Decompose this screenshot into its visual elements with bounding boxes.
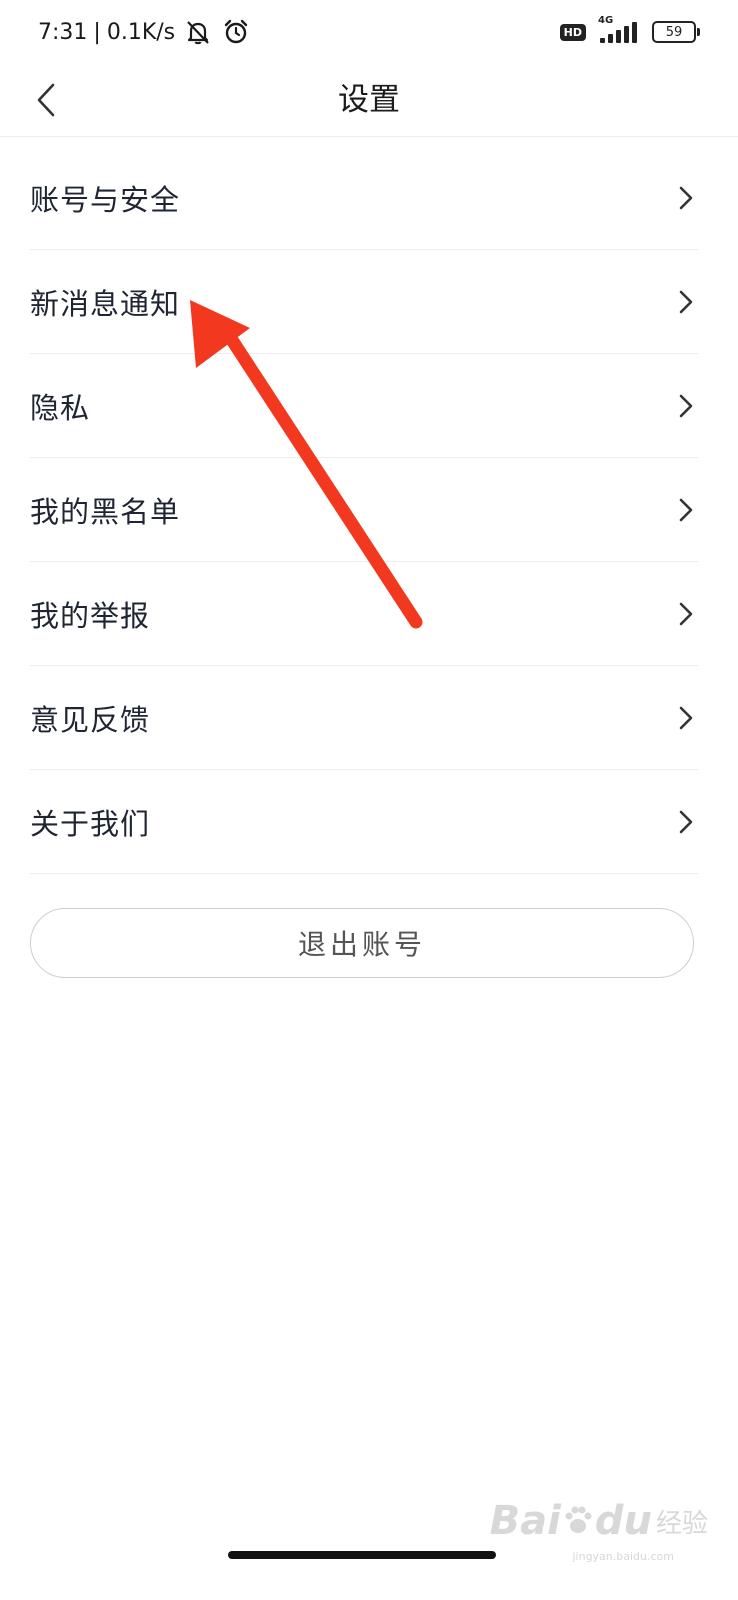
watermark-cn: 经验: [655, 1508, 708, 1539]
menu-item-new-message-notification[interactable]: 新消息通知: [30, 250, 698, 354]
chevron-right-icon: [676, 600, 696, 628]
menu-item-label: 关于我们: [30, 806, 151, 841]
battery-icon: 59: [652, 21, 700, 43]
nav-bar: 设置: [0, 64, 738, 137]
page-title: 设置: [338, 82, 400, 118]
menu-item-label: 账号与安全: [30, 182, 181, 217]
menu-item-blacklist[interactable]: 我的黑名单: [30, 458, 698, 562]
menu-item-privacy[interactable]: 隐私: [30, 354, 698, 458]
chevron-right-icon: [676, 704, 696, 732]
menu-item-label: 意见反馈: [30, 702, 151, 737]
logout-button[interactable]: 退出账号: [30, 908, 694, 978]
status-separator: |: [93, 19, 101, 45]
signal-icon: 4G: [596, 15, 640, 45]
chevron-right-icon: [676, 184, 696, 212]
status-net-speed: 0.1K/s: [106, 19, 176, 45]
hd-badge: HD: [559, 23, 586, 41]
baidu-watermark: Bai du 经验: [490, 1498, 708, 1544]
battery-level: 59: [665, 24, 683, 40]
menu-item-label: 我的黑名单: [30, 494, 181, 529]
status-time: 7:31: [38, 19, 88, 45]
bell-muted-icon: [183, 18, 213, 46]
status-bar-right: HD 4G 59: [559, 14, 700, 50]
menu-item-about-us[interactable]: 关于我们: [30, 770, 698, 874]
menu-item-label: 新消息通知: [30, 286, 181, 321]
chevron-right-icon: [676, 496, 696, 524]
paw-icon: [563, 1504, 593, 1538]
menu-item-label: 隐私: [30, 390, 91, 425]
menu-item-feedback[interactable]: 意见反馈: [30, 666, 698, 770]
watermark-url: jingyan.baidu.com: [572, 1550, 674, 1563]
alarm-icon: [221, 18, 251, 46]
status-bar: 7:31 | 0.1K/s HD 4G 59: [0, 0, 738, 64]
network-type: 4G: [598, 15, 614, 26]
watermark-brand-suffix: du: [594, 1498, 652, 1544]
settings-menu-list: 账号与安全 新消息通知 隐私 我的黑名单 我的举报 意见反馈 关于我们: [30, 146, 698, 874]
home-indicator[interactable]: [228, 1551, 496, 1559]
menu-item-my-reports[interactable]: 我的举报: [30, 562, 698, 666]
watermark-brand: Bai: [489, 1498, 561, 1544]
chevron-right-icon: [676, 288, 696, 316]
menu-item-label: 我的举报: [30, 598, 151, 633]
menu-item-account-security[interactable]: 账号与安全: [30, 146, 698, 250]
chevron-right-icon: [676, 808, 696, 836]
status-bar-left: 7:31 | 0.1K/s: [38, 14, 251, 50]
chevron-right-icon: [676, 392, 696, 420]
